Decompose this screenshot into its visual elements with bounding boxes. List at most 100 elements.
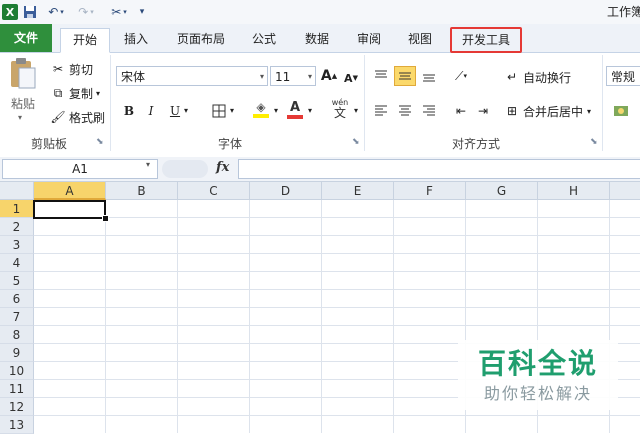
gridline: [34, 289, 640, 290]
underline-dropdown-icon[interactable]: ▾: [184, 106, 188, 115]
phonetic-button[interactable]: wén 文: [326, 99, 354, 120]
tab-file[interactable]: 文件: [0, 24, 52, 52]
increase-indent-icon[interactable]: ⇥: [472, 101, 494, 121]
font-color-button[interactable]: A: [284, 99, 306, 119]
tab-data[interactable]: 数据: [296, 28, 338, 50]
grow-font-button[interactable]: A ▲: [318, 66, 340, 86]
redo-icon[interactable]: ↷ ▾: [74, 4, 98, 20]
title-bar: X ↶ ▾ ↷ ▾ ✂ ▾ ▾ 工作簿: [0, 0, 640, 24]
row-header[interactable]: 13: [0, 416, 34, 434]
tab-developer[interactable]: 开发工具: [450, 27, 522, 53]
column-header-b[interactable]: B: [106, 182, 178, 200]
column-header-partial[interactable]: [610, 182, 640, 200]
borders-dropdown-icon[interactable]: ▾: [230, 106, 234, 115]
gridline: [34, 217, 640, 218]
alignment-launcher-icon[interactable]: ⬊: [590, 137, 598, 147]
font-name-select[interactable]: 宋体 ▾: [116, 66, 268, 86]
formula-input[interactable]: [238, 159, 640, 179]
row-header[interactable]: 1: [0, 200, 34, 218]
active-cell[interactable]: [33, 200, 106, 219]
cut-button[interactable]: ✂ 剪切: [50, 59, 93, 79]
column-header-a[interactable]: A: [34, 182, 106, 200]
shrink-font-button[interactable]: A ▼: [340, 68, 362, 88]
borders-icon[interactable]: [208, 101, 230, 121]
watermark-subtitle: 助你轻松解决: [483, 384, 592, 403]
tools-icon[interactable]: ✂ ▾: [106, 4, 132, 20]
clipboard-launcher-icon[interactable]: ⬊: [96, 137, 104, 147]
row-header[interactable]: 3: [0, 236, 34, 254]
excel-logo-icon[interactable]: X: [2, 4, 18, 20]
wrap-text-button[interactable]: ↵ 自动换行: [504, 67, 571, 87]
gridline: [34, 325, 640, 326]
row-header[interactable]: 4: [0, 254, 34, 272]
paste-icon[interactable]: [8, 57, 38, 91]
save-icon[interactable]: [22, 4, 38, 20]
tab-home[interactable]: 开始: [60, 28, 110, 53]
clipboard-group-label: 剪贴板: [30, 137, 67, 151]
paste-dropdown-icon[interactable]: ▾: [18, 113, 22, 122]
fill-color-icon[interactable]: ◈: [250, 99, 272, 119]
group-divider: [110, 55, 111, 151]
row-header[interactable]: 8: [0, 326, 34, 344]
copy-button[interactable]: ⧉ 复制 ▾: [50, 83, 100, 103]
column-header-g[interactable]: G: [466, 182, 538, 200]
watermark: 百科全说 助你轻松解决: [458, 340, 618, 410]
row-header[interactable]: 6: [0, 290, 34, 308]
align-center-icon[interactable]: [394, 101, 416, 121]
italic-button[interactable]: I: [140, 101, 162, 121]
format-painter-button[interactable]: 🖌 格式刷: [50, 107, 105, 127]
decrease-indent-icon[interactable]: ⇤: [450, 101, 472, 121]
row-header[interactable]: 9: [0, 344, 34, 362]
row-header[interactable]: 12: [0, 398, 34, 416]
row-header[interactable]: 7: [0, 308, 34, 326]
phonetic-dropdown-icon[interactable]: ▾: [354, 106, 358, 115]
bold-button[interactable]: B: [118, 101, 140, 121]
chevron-down-icon[interactable]: ▾: [146, 160, 150, 169]
align-bottom-icon[interactable]: [418, 66, 440, 86]
tab-view[interactable]: 视图: [400, 28, 440, 50]
align-top-icon[interactable]: [370, 66, 392, 86]
tab-formulas[interactable]: 公式: [244, 28, 284, 50]
gridline: [34, 415, 640, 416]
column-header-d[interactable]: D: [250, 182, 322, 200]
row-header[interactable]: 5: [0, 272, 34, 290]
wrap-text-icon: ↵: [506, 70, 518, 84]
tab-review[interactable]: 审阅: [348, 28, 390, 50]
column-header-f[interactable]: F: [394, 182, 466, 200]
number-format-select[interactable]: 常规: [606, 66, 640, 86]
currency-icon[interactable]: [610, 101, 632, 121]
column-header-e[interactable]: E: [322, 182, 394, 200]
tab-insert[interactable]: 插入: [114, 28, 158, 50]
formula-bar-handle[interactable]: [162, 160, 208, 178]
undo-icon[interactable]: ↶ ▾: [44, 4, 68, 20]
select-all-button[interactable]: [0, 182, 34, 200]
row-header[interactable]: 11: [0, 380, 34, 398]
font-color-dropdown-icon[interactable]: ▾: [308, 106, 312, 115]
align-middle-icon[interactable]: [394, 66, 416, 86]
copy-icon: ⧉: [53, 85, 63, 100]
scissors-icon: ✂: [52, 62, 64, 76]
paintbrush-icon: 🖌: [50, 110, 66, 124]
column-header-c[interactable]: C: [178, 182, 250, 200]
underline-button[interactable]: U: [164, 101, 186, 121]
align-left-icon[interactable]: [370, 101, 392, 121]
chevron-down-icon: ▾: [259, 72, 264, 81]
font-launcher-icon[interactable]: ⬊: [352, 137, 360, 147]
row-header[interactable]: 10: [0, 362, 34, 380]
row-header[interactable]: 2: [0, 218, 34, 236]
paste-label[interactable]: 粘贴: [11, 95, 35, 112]
gridline: [34, 253, 640, 254]
name-box[interactable]: A1: [2, 159, 158, 179]
fill-color-dropdown-icon[interactable]: ▾: [274, 106, 278, 115]
align-right-icon[interactable]: [418, 101, 440, 121]
gridline: [34, 271, 640, 272]
insert-function-button[interactable]: fx: [216, 160, 229, 175]
font-size-select[interactable]: 11 ▾: [270, 66, 316, 86]
column-header-h[interactable]: H: [538, 182, 610, 200]
fill-handle[interactable]: [102, 215, 109, 222]
merge-center-button[interactable]: ⊞ 合并后居中 ▾: [504, 101, 591, 121]
tab-page-layout[interactable]: 页面布局: [168, 28, 234, 50]
merge-dropdown-icon: ▾: [587, 106, 592, 116]
orientation-icon[interactable]: ⟋ ▾: [450, 66, 472, 86]
customize-qat-icon[interactable]: ▾: [136, 4, 148, 20]
